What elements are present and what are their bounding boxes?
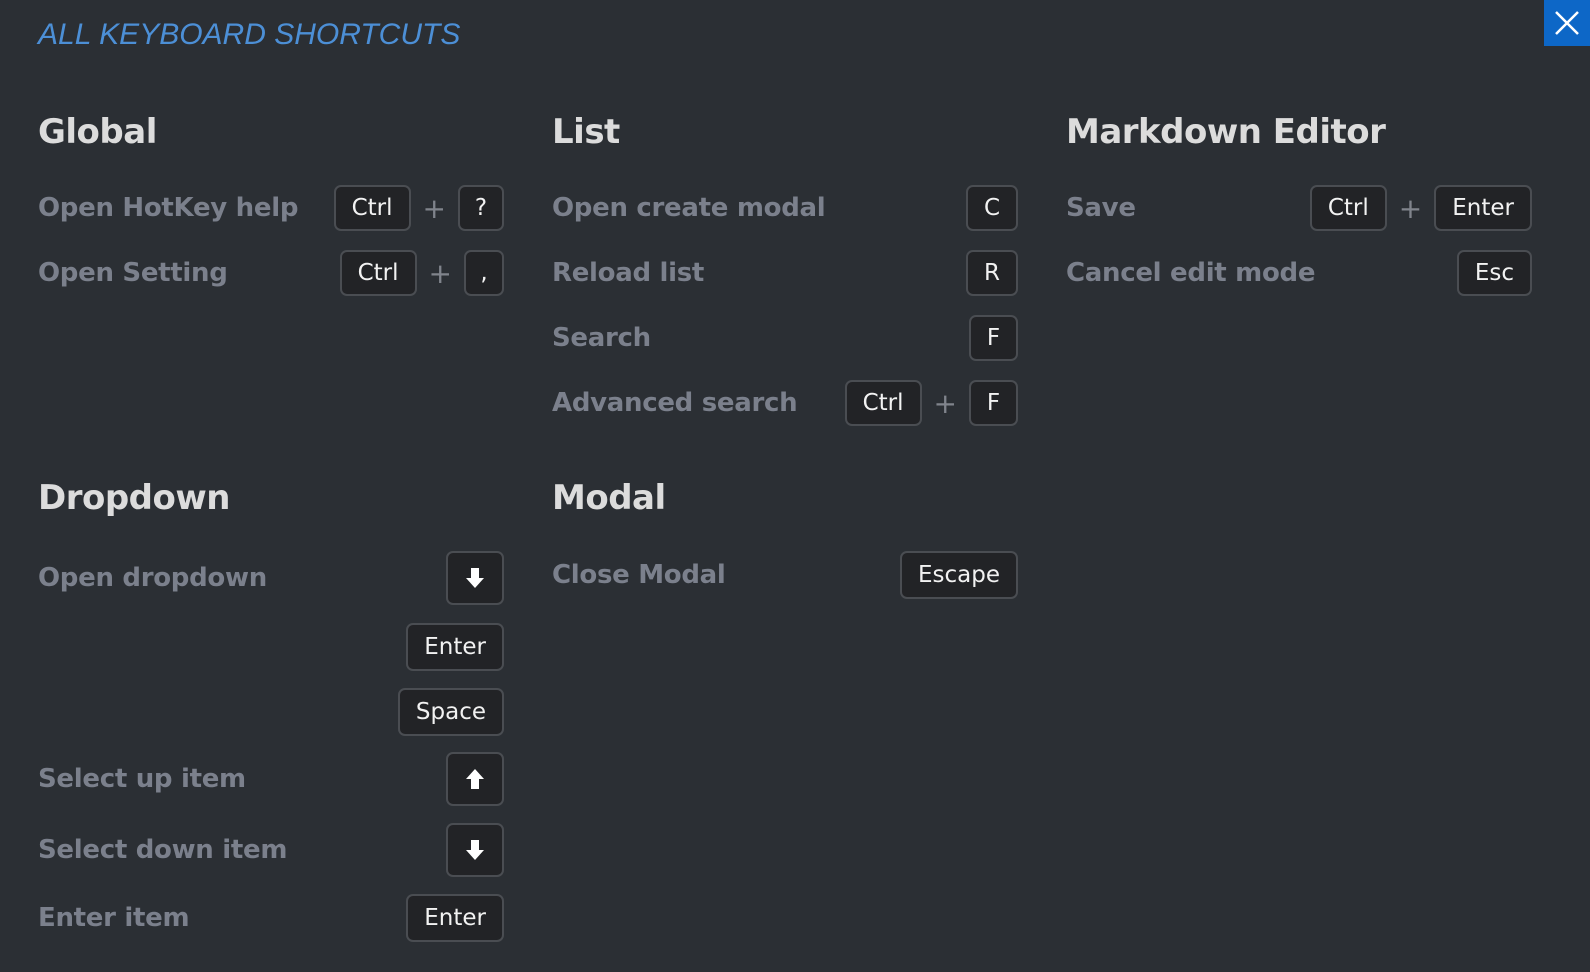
shortcut-label: Select up item xyxy=(38,764,246,794)
section-markdown-editor: Markdown Editor Save Ctrl + Enter Cancel… xyxy=(1066,112,1532,312)
shortcut-row: Open Setting Ctrl + , xyxy=(38,250,504,296)
shortcut-label: Cancel edit mode xyxy=(1066,258,1316,288)
arrow-down-icon xyxy=(466,840,484,860)
shortcut-label: Enter item xyxy=(38,903,190,933)
key-enter: Enter xyxy=(406,623,504,671)
plus-separator: + xyxy=(428,256,452,290)
key-c: C xyxy=(966,185,1018,231)
shortcut-row: Select down item xyxy=(38,823,504,877)
key-escape: Escape xyxy=(899,551,1018,599)
arrow-down-icon xyxy=(466,568,484,588)
section-list: List Open create modal C Reload list R S… xyxy=(552,112,1018,442)
key-combo xyxy=(446,752,504,806)
arrow-up-icon xyxy=(466,769,484,789)
key-combo xyxy=(446,823,504,877)
shortcut-row: Open dropdown xyxy=(38,551,504,605)
close-button[interactable] xyxy=(1544,0,1590,46)
key-arrow-down xyxy=(446,551,504,605)
section-global: Global Open HotKey help Ctrl + ? Open Se… xyxy=(38,112,504,312)
shortcut-label: Close Modal xyxy=(552,560,726,590)
key-combo xyxy=(446,551,504,605)
shortcut-label: Open create modal xyxy=(552,193,826,223)
key-ctrl: Ctrl xyxy=(1309,185,1387,231)
plus-separator: + xyxy=(1398,191,1423,225)
shortcut-row: Close Modal Escape xyxy=(552,551,1018,599)
section-title: Dropdown xyxy=(38,478,231,518)
key-combo: Escape xyxy=(899,551,1018,599)
shortcut-label: Search xyxy=(552,323,651,353)
plus-separator: + xyxy=(422,191,446,225)
shortcut-label: Advanced search xyxy=(552,388,798,418)
section-modal: Modal Close Modal Escape xyxy=(552,478,1018,618)
shortcut-row: Open create modal C xyxy=(552,185,1018,231)
key-combo: Enter xyxy=(406,623,504,671)
shortcut-row: Save Ctrl + Enter xyxy=(1066,185,1532,231)
key-arrow-up xyxy=(446,752,504,806)
shortcut-label: Open Setting xyxy=(38,258,228,288)
key-f: F xyxy=(969,380,1018,426)
key-combo: C xyxy=(966,185,1018,231)
shortcut-row: Open HotKey help Ctrl + ? xyxy=(38,185,504,231)
key-esc: Esc xyxy=(1456,250,1532,296)
shortcut-row: Search F xyxy=(552,315,1018,361)
key-combo: Esc xyxy=(1456,250,1532,296)
keyboard-shortcuts-modal: ALL KEYBOARD SHORTCUTS Global Open HotKe… xyxy=(0,0,1590,972)
shortcut-row-alt: Enter xyxy=(38,623,504,671)
shortcut-label: Select down item xyxy=(38,835,288,865)
shortcut-label: Reload list xyxy=(552,258,705,288)
close-icon xyxy=(1555,11,1579,35)
shortcut-row: Advanced search Ctrl + F xyxy=(552,380,1018,426)
shortcut-label: Save xyxy=(1066,193,1136,223)
key-enter: Enter xyxy=(406,894,504,942)
key-arrow-down xyxy=(446,823,504,877)
modal-title: ALL KEYBOARD SHORTCUTS xyxy=(38,18,461,51)
shortcut-label: Open HotKey help xyxy=(38,193,299,223)
key-space: Space xyxy=(397,688,504,736)
key-f: F xyxy=(969,315,1018,361)
key-combo: R xyxy=(966,250,1018,296)
shortcut-row: Reload list R xyxy=(552,250,1018,296)
key-enter: Enter xyxy=(1434,185,1532,231)
key-combo: F xyxy=(969,315,1018,361)
plus-separator: + xyxy=(933,386,957,420)
key-question: ? xyxy=(458,185,504,231)
shortcut-label: Open dropdown xyxy=(38,563,267,593)
key-combo: Space xyxy=(397,688,504,736)
section-title: Modal xyxy=(552,478,666,518)
shortcut-row-alt: Space xyxy=(38,688,504,736)
section-title: Markdown Editor xyxy=(1066,112,1386,152)
section-title: Global xyxy=(38,112,157,152)
key-r: R xyxy=(966,250,1018,296)
key-ctrl: Ctrl xyxy=(339,250,417,296)
key-ctrl: Ctrl xyxy=(333,185,411,231)
key-combo: Enter xyxy=(406,894,504,942)
key-comma: , xyxy=(464,250,504,296)
key-combo: Ctrl + Enter xyxy=(1309,185,1532,231)
shortcut-row: Enter item Enter xyxy=(38,894,504,942)
key-combo: Ctrl + , xyxy=(339,250,504,296)
key-combo: Ctrl + F xyxy=(844,380,1018,426)
key-combo: Ctrl + ? xyxy=(333,185,504,231)
shortcut-row: Select up item xyxy=(38,752,504,806)
section-dropdown: Dropdown Open dropdown Enter Space Selec… xyxy=(38,478,504,972)
shortcut-row: Cancel edit mode Esc xyxy=(1066,250,1532,296)
key-ctrl: Ctrl xyxy=(844,380,922,426)
section-title: List xyxy=(552,112,620,152)
